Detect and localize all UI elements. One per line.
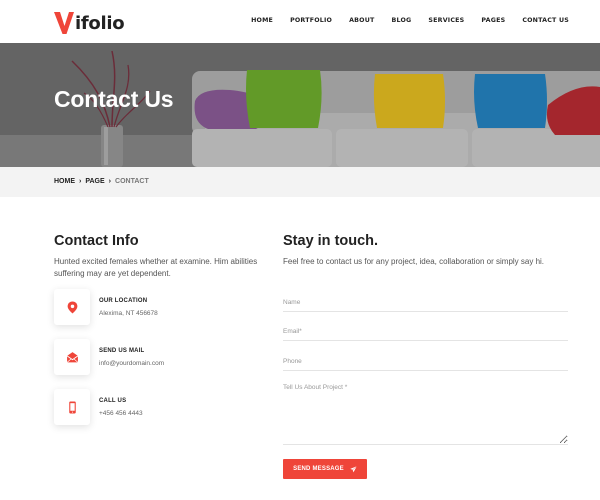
chevron-right-icon: › — [108, 178, 112, 185]
location-pin-icon — [67, 301, 77, 313]
nav-item-services[interactable]: SERVICES — [428, 17, 464, 24]
breadcrumb: HOME › PAGE › CONTACT — [54, 178, 149, 185]
project-message-field[interactable] — [283, 383, 568, 445]
nav-item-about[interactable]: ABOUT — [349, 17, 374, 24]
phone-icon — [68, 401, 76, 413]
phone-field[interactable] — [283, 353, 568, 371]
nav-item-pages[interactable]: PAGES — [481, 17, 505, 24]
stay-in-touch-heading: Stay in touch. — [283, 233, 379, 249]
chevron-right-icon: › — [79, 178, 82, 185]
breadcrumb-page[interactable]: PAGE — [85, 178, 104, 185]
paper-plane-icon — [350, 465, 357, 472]
send-message-button[interactable]: SEND MESSAGE — [283, 459, 367, 479]
email-field[interactable] — [283, 323, 568, 341]
site-header: ifolio HOME PORTFOLIO ABOUT BLOG SERVICE… — [0, 0, 600, 43]
logo-v-mark — [54, 12, 74, 34]
logo-text: ifolio — [75, 13, 125, 34]
nav-item-portfolio[interactable]: PORTFOLIO — [290, 17, 332, 24]
location-card — [54, 289, 90, 325]
phone-label: CALL US — [99, 398, 127, 404]
mail-value[interactable]: info@yourdomain.com — [99, 360, 164, 367]
contact-info-description: Hunted excited females whether at examin… — [54, 257, 258, 278]
phone-card — [54, 389, 90, 425]
breadcrumb-current: CONTACT — [115, 178, 149, 185]
page-title: Contact Us — [54, 86, 174, 112]
name-field[interactable] — [283, 294, 568, 312]
location-value: Alexima, NT 456678 — [99, 310, 158, 317]
breadcrumb-bar: HOME › PAGE › CONTACT — [0, 167, 600, 197]
mail-card — [54, 339, 90, 375]
location-label: OUR LOCATION — [99, 298, 148, 304]
nav-item-home[interactable]: HOME — [251, 17, 273, 24]
nav-item-contact-us[interactable]: CONTACT US — [522, 17, 569, 24]
send-message-label: SEND MESSAGE — [293, 466, 344, 472]
breadcrumb-home[interactable]: HOME — [54, 178, 75, 185]
site-logo[interactable]: ifolio — [54, 9, 125, 35]
mail-label: SEND US MAIL — [99, 348, 145, 354]
phone-value[interactable]: +456 456 4443 — [99, 410, 143, 417]
envelope-icon — [66, 351, 78, 363]
main-nav: HOME PORTFOLIO ABOUT BLOG SERVICES PAGES… — [234, 17, 569, 24]
stay-in-touch-description: Feel free to contact us for any project,… — [283, 257, 545, 266]
nav-item-blog[interactable]: BLOG — [392, 17, 412, 24]
hero-banner: Contact Us — [0, 43, 600, 167]
contact-info-heading: Contact Info — [54, 233, 139, 249]
